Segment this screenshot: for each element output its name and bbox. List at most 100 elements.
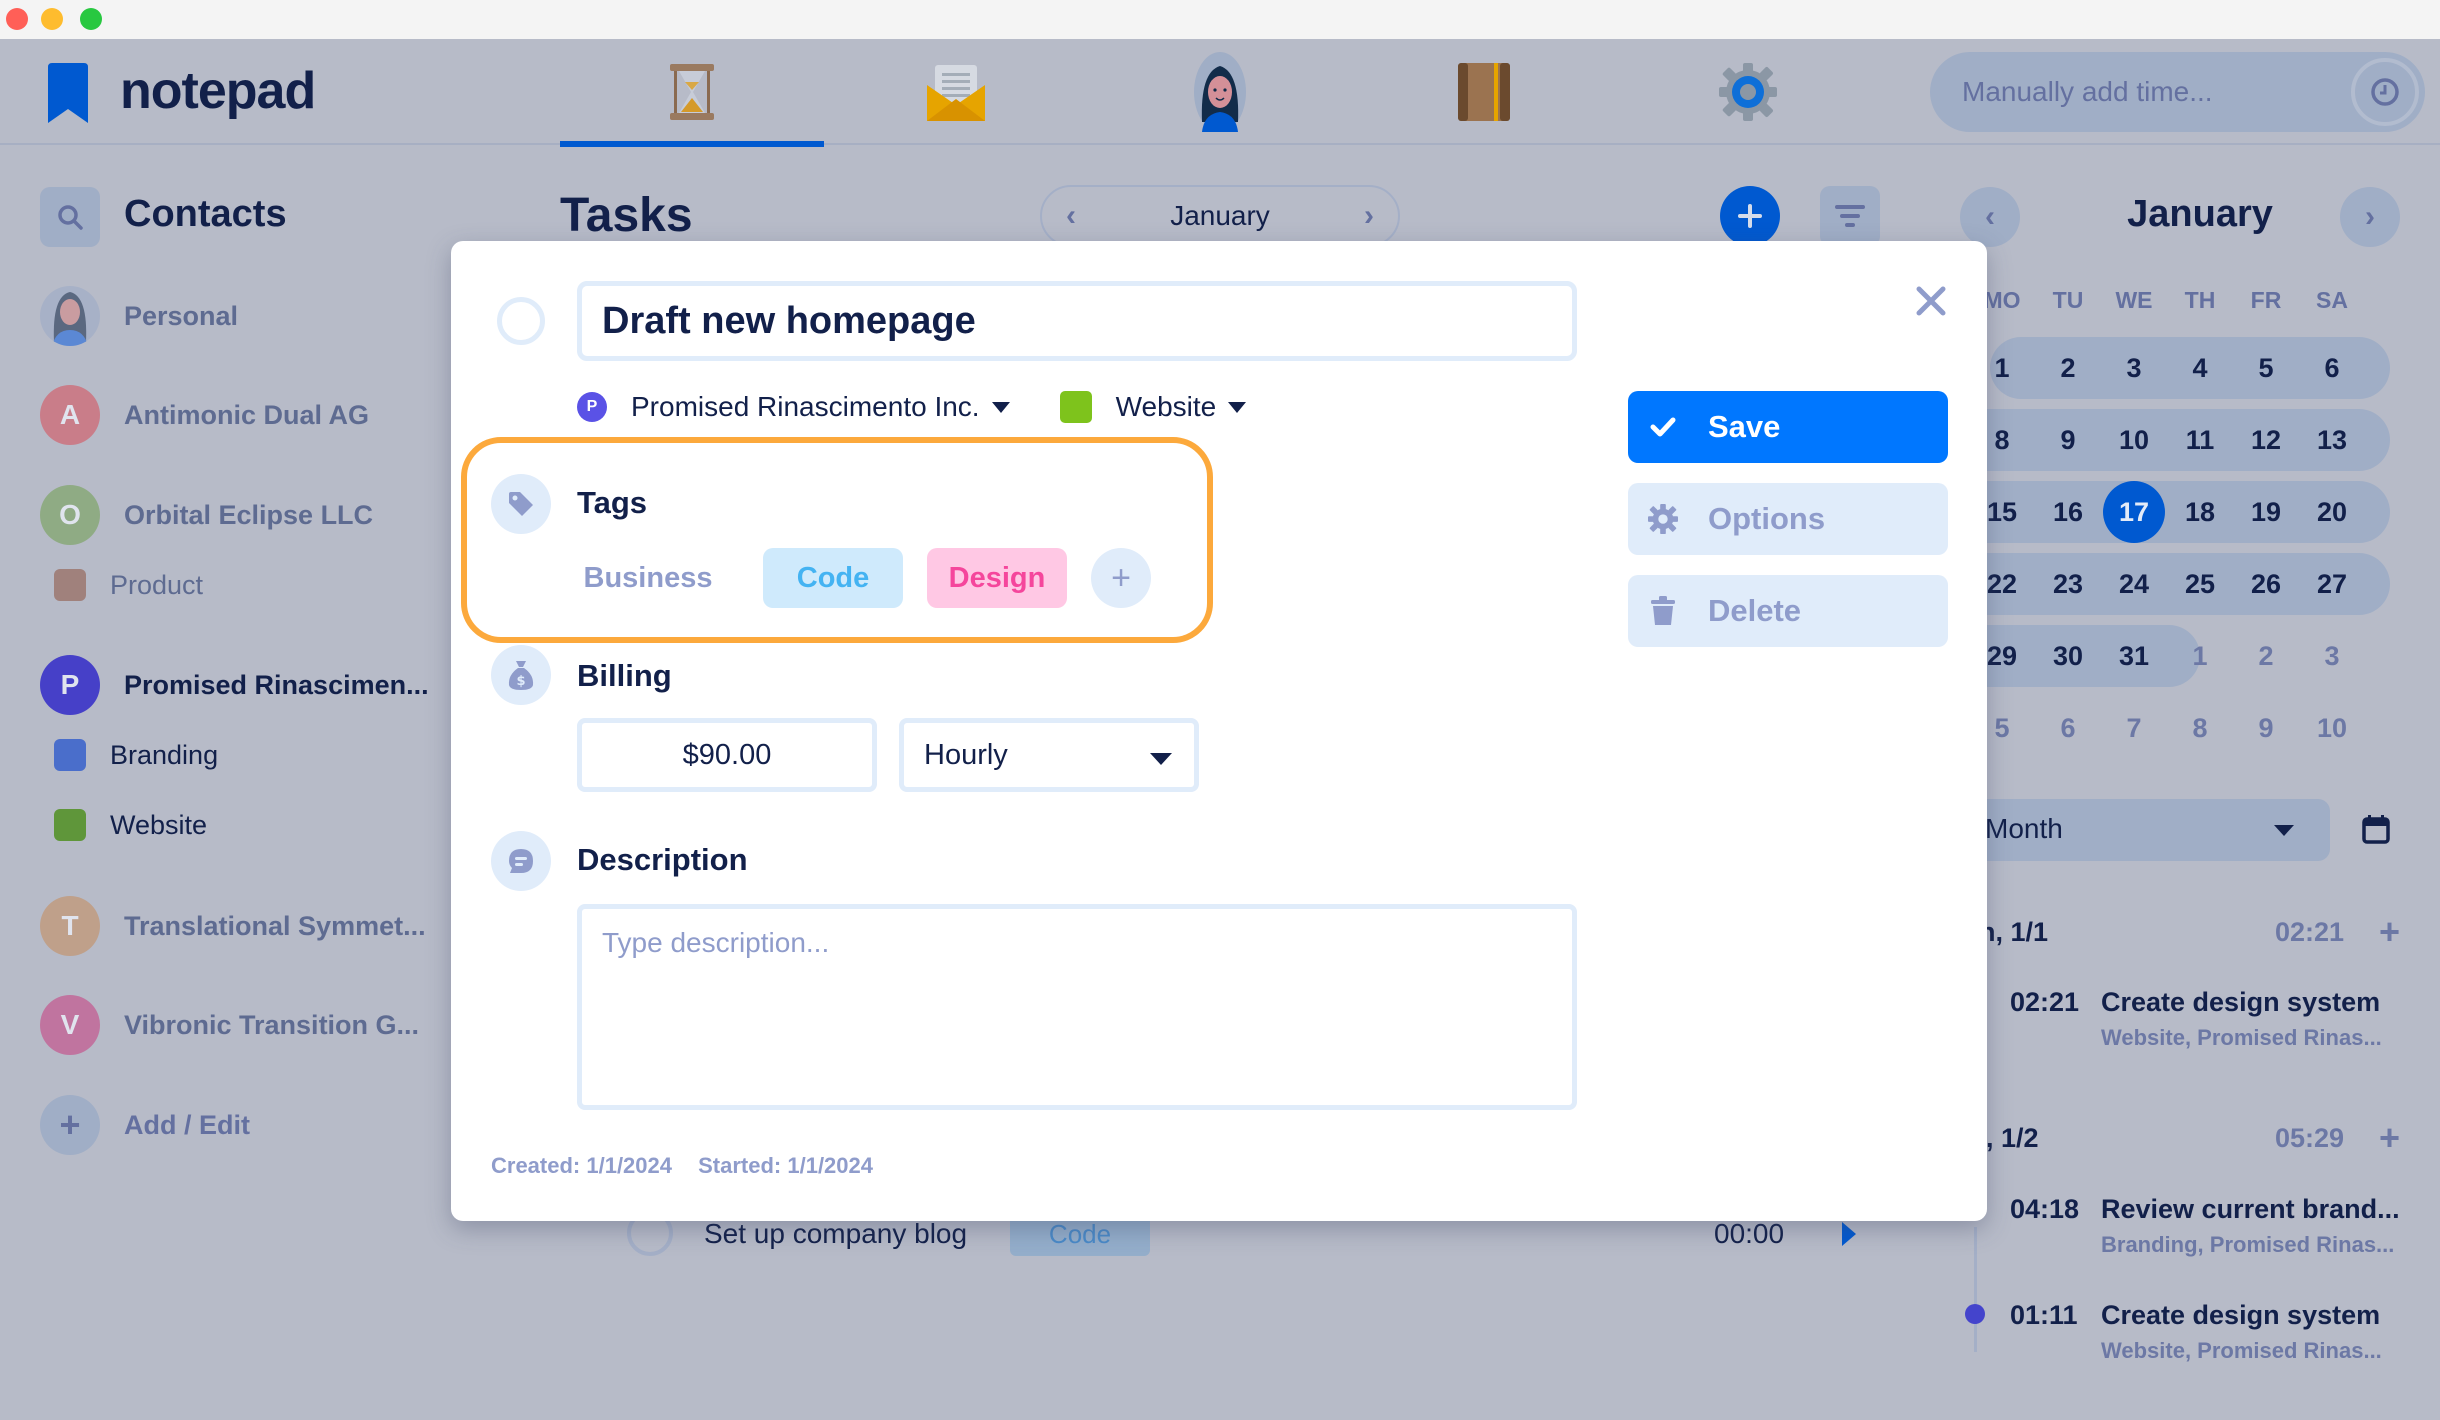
calendar-day[interactable]: 20 — [2301, 481, 2363, 543]
add-entry-button[interactable]: + — [2379, 911, 2400, 953]
calendar-day[interactable]: 25 — [2169, 553, 2231, 615]
sidebar-item-label: Promised Rinascimen... — [124, 669, 429, 700]
sidebar-item-product[interactable]: Product — [40, 555, 460, 615]
timeline-line — [1974, 1227, 1977, 1352]
sidebar-item-promised[interactable]: P Promised Rinascimen... ⌄ — [40, 655, 470, 715]
sidebar-item-vibronic[interactable]: V Vibronic Transition G... — [40, 995, 460, 1055]
minimize-window-button[interactable] — [41, 8, 63, 30]
tag-code[interactable]: Code — [763, 548, 903, 608]
chevron-right-icon: › — [2365, 200, 2375, 233]
calendar-day[interactable]: 9 — [2037, 409, 2099, 471]
calendar-day[interactable]: 2 — [2037, 337, 2099, 399]
task-complete-checkbox[interactable] — [497, 297, 545, 345]
task-dates: Created: 1/1/2024 Started: 1/1/2024 — [491, 1153, 873, 1179]
calendar-day[interactable]: 27 — [2301, 553, 2363, 615]
close-icon[interactable] — [1913, 283, 1949, 319]
tag-icon — [509, 492, 533, 516]
description-textarea[interactable] — [577, 904, 1577, 1110]
calendar-day[interactable]: 24 — [2103, 553, 2165, 615]
description-label: Description — [577, 842, 748, 877]
sidebar-item-website[interactable]: Website — [40, 795, 460, 855]
prev-month-button[interactable]: ‹ — [1066, 199, 1076, 233]
entry-name: Create design system — [2101, 987, 2381, 1017]
calendar-day[interactable]: 6 — [2037, 697, 2099, 759]
add-task-button[interactable] — [1720, 186, 1780, 246]
task-title-input[interactable]: Draft new homepage — [577, 281, 1577, 361]
options-label: Options — [1708, 501, 1826, 536]
tag-design[interactable]: Design — [927, 548, 1067, 608]
delete-button[interactable]: Delete — [1628, 575, 1948, 647]
calendar-day[interactable]: 23 — [2037, 553, 2099, 615]
sidebar-item-label: Personal — [124, 300, 239, 331]
next-month-button[interactable]: › — [1364, 199, 1374, 233]
play-icon[interactable] — [1842, 1222, 1856, 1246]
add-entry-button[interactable]: + — [2379, 1117, 2400, 1159]
clock-button[interactable] — [2351, 58, 2419, 126]
sidebar-item-orbital[interactable]: O Orbital Eclipse LLC ⌄ — [40, 485, 470, 545]
caret-down-icon — [1228, 401, 1247, 413]
calendar-day[interactable]: 18 — [2169, 481, 2231, 543]
sidebar-item-translational[interactable]: T Translational Symmet... — [40, 896, 460, 956]
sidebar-item-personal[interactable]: Personal — [40, 286, 460, 346]
calendar-day[interactable]: 13 — [2301, 409, 2363, 471]
calendar-day[interactable]: 4 — [2169, 337, 2231, 399]
calendar-day[interactable]: 10 — [2103, 409, 2165, 471]
entry-subtitle: Website, Promised Rinas... — [2101, 1338, 2382, 1363]
calendar-day[interactable]: 8 — [2169, 697, 2231, 759]
entry-subtitle: Website, Promised Rinas... — [2101, 1025, 2382, 1050]
calendar-day[interactable]: 17 — [2103, 481, 2165, 543]
tab-profile[interactable] — [1088, 39, 1352, 145]
tab-messages[interactable] — [824, 39, 1088, 145]
calendar-day[interactable]: 30 — [2037, 625, 2099, 687]
calendar-day[interactable]: 5 — [2235, 337, 2297, 399]
contacts-search-button[interactable] — [40, 187, 100, 247]
tab-time-tracking[interactable] — [560, 39, 824, 147]
options-button[interactable]: Options — [1628, 483, 1948, 555]
calendar-day[interactable]: 1 — [2169, 625, 2231, 687]
sidebar-item-label: Product — [110, 569, 204, 600]
billing-amount-input[interactable]: $90.00 — [577, 718, 877, 792]
calendar-day[interactable]: 2 — [2235, 625, 2297, 687]
filter-icon — [1835, 205, 1865, 227]
calendar-day[interactable]: 19 — [2235, 481, 2297, 543]
add-edit-contacts-button[interactable]: + Add / Edit — [40, 1095, 460, 1155]
contacts-sidebar: Contacts Personal A Antimonic Dual AG O … — [0, 147, 470, 1420]
personal-avatar — [40, 286, 100, 346]
add-tag-button[interactable]: + — [1091, 548, 1151, 608]
calendar-day[interactable]: 26 — [2235, 553, 2297, 615]
day-heading: Mon, 1/1 02:21 + — [1940, 911, 2400, 952]
project-select[interactable]: Website — [1116, 391, 1217, 423]
contacts-title: Contacts — [124, 193, 287, 235]
calendar-day[interactable]: 11 — [2169, 409, 2231, 471]
filter-button[interactable] — [1820, 186, 1880, 246]
calendar-day[interactable]: 6 — [2301, 337, 2363, 399]
sidebar-item-antimonic[interactable]: A Antimonic Dual AG — [40, 385, 460, 445]
calendar-next-button[interactable]: › — [2340, 187, 2400, 247]
calendar-day[interactable]: 31 — [2103, 625, 2165, 687]
save-button[interactable]: Save — [1628, 391, 1948, 463]
calendar-day[interactable]: 12 — [2235, 409, 2297, 471]
day-heading: Tue, 1/2 05:29 + — [1940, 1117, 2400, 1158]
calendar-day[interactable]: 7 — [2103, 697, 2165, 759]
billing-type-select[interactable]: Hourly — [899, 718, 1199, 792]
close-window-button[interactable] — [6, 8, 28, 30]
calendar-day[interactable]: 16 — [2037, 481, 2099, 543]
maximize-window-button[interactable] — [80, 8, 102, 30]
calendar-icon[interactable] — [2362, 814, 2390, 844]
calendar-day[interactable]: 3 — [2301, 625, 2363, 687]
contact-avatar: A — [40, 385, 100, 445]
calendar-day[interactable]: 9 — [2235, 697, 2297, 759]
weekday-label: TH — [2184, 287, 2216, 313]
task-meta-row: P Promised Rinascimento Inc. Website — [577, 389, 1247, 425]
sidebar-item-label: Translational Symmet... — [124, 910, 426, 941]
tab-notebook[interactable] — [1352, 39, 1616, 145]
entry-time: 04:18 — [2010, 1194, 2080, 1224]
client-select[interactable]: Promised Rinascimento Inc. — [631, 391, 980, 423]
calendar-day[interactable]: 10 — [2301, 697, 2363, 759]
tag-business[interactable]: Business — [577, 548, 719, 608]
tab-settings[interactable] — [1616, 39, 1880, 145]
calendar-day[interactable]: 3 — [2103, 337, 2165, 399]
period-select[interactable]: Month — [1960, 799, 2330, 861]
sidebar-item-branding[interactable]: Branding — [40, 725, 460, 785]
manual-time-input[interactable]: Manually add time... — [1930, 52, 2425, 132]
